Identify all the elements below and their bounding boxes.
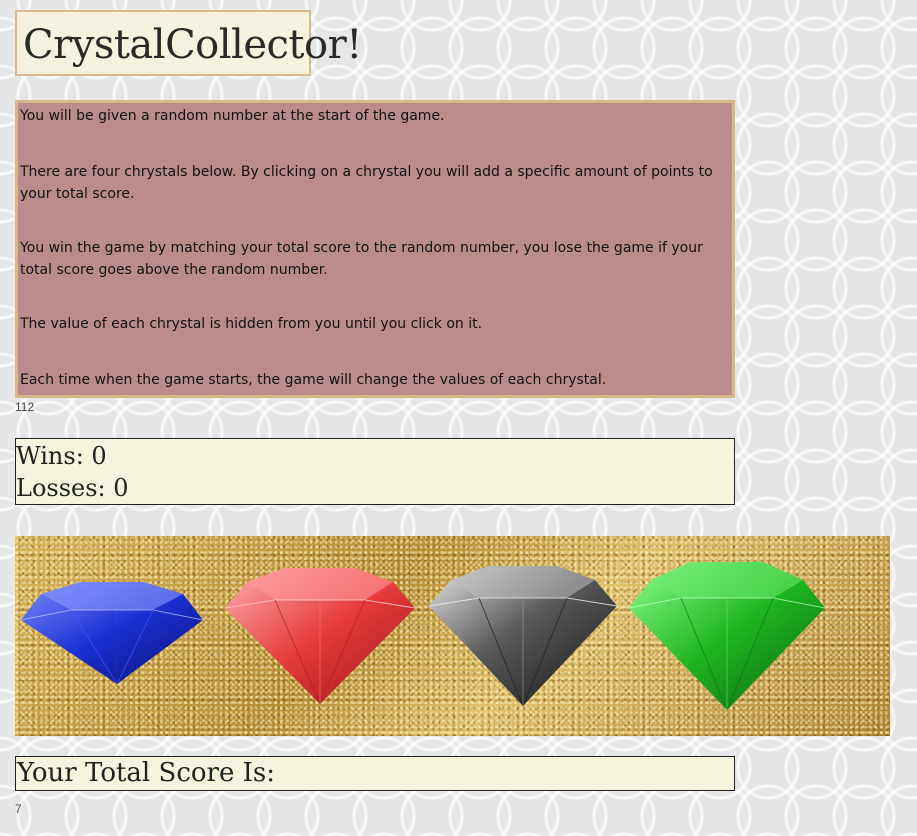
title-box: CrystalCollector! [15, 10, 362, 76]
losses-counter: Losses: 0 [16, 474, 129, 502]
instruction-3: You win the game by matching your total … [20, 240, 703, 278]
crystal-panel [15, 536, 890, 736]
score-box: Your Total Score Is: [15, 756, 735, 791]
instruction-2: There are four chrystals below. By click… [20, 164, 713, 202]
score-label: Your Total Score Is: [17, 758, 275, 788]
red-crystal[interactable] [225, 568, 415, 704]
blue-crystal[interactable] [21, 580, 203, 686]
instruction-4: The value of each chrystal is hidden fro… [20, 316, 483, 332]
instruction-1: You will be given a random number at the… [20, 108, 445, 124]
total-score: 7 [15, 802, 22, 816]
stats-box: Wins: 0 Losses: 0 [15, 438, 735, 505]
wins-counter: Wins: 0 [16, 442, 107, 470]
black-crystal[interactable] [429, 566, 617, 706]
random-number: 112 [15, 400, 35, 414]
page-title: CrystalCollector! [23, 22, 362, 68]
green-crystal[interactable] [629, 562, 825, 710]
instruction-5: Each time when the game starts, the game… [20, 372, 607, 388]
instructions-panel: You will be given a random number at the… [15, 100, 735, 398]
